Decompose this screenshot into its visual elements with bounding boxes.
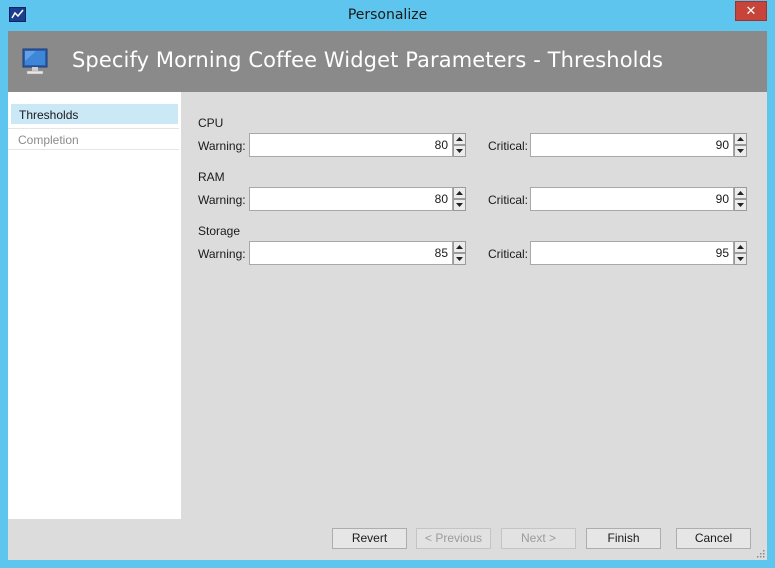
cpu-critical-label: Critical:	[488, 139, 529, 153]
ram-critical-input[interactable]: 90	[530, 187, 734, 211]
cpu-warning-label: Warning:	[198, 139, 246, 153]
close-button[interactable]: ✕	[735, 1, 767, 21]
cancel-button[interactable]: Cancel	[676, 528, 751, 549]
ram-critical-label: Critical:	[488, 193, 529, 207]
previous-button[interactable]: < Previous	[416, 528, 491, 549]
storage-warning-label: Warning:	[198, 247, 246, 261]
arrow-up-icon	[456, 191, 463, 195]
next-button[interactable]: Next >	[501, 528, 576, 549]
wizard-header: Specify Morning Coffee Widget Parameters…	[8, 31, 767, 92]
storage-warning-input[interactable]: 85	[249, 241, 453, 265]
title-bar[interactable]: Personalize ✕	[0, 0, 775, 31]
storage-critical-up-button[interactable]	[734, 241, 747, 253]
cpu-critical-down-button[interactable]	[734, 145, 747, 157]
storage-critical-input[interactable]: 95	[530, 241, 734, 265]
ram-warning-input[interactable]: 80	[249, 187, 453, 211]
ram-critical-up-button[interactable]	[734, 187, 747, 199]
cpu-warning-spinner: 80	[249, 133, 467, 157]
arrow-down-icon	[737, 203, 744, 207]
thresholds-panel: CPU Warning: 80 Critical: 90 RAM Warning…	[181, 92, 767, 519]
finish-button[interactable]: Finish	[586, 528, 661, 549]
arrow-down-icon	[456, 203, 463, 207]
cpu-group-label: CPU	[198, 116, 224, 130]
ram-warning-down-button[interactable]	[453, 199, 466, 211]
window-title: Personalize	[347, 7, 428, 23]
ram-critical-down-button[interactable]	[734, 199, 747, 211]
arrow-up-icon	[456, 137, 463, 141]
revert-button[interactable]: Revert	[332, 528, 407, 549]
computer-icon	[22, 48, 48, 75]
arrow-up-icon	[456, 245, 463, 249]
ram-critical-spinner: 90	[530, 187, 748, 211]
arrow-up-icon	[737, 137, 744, 141]
storage-critical-label: Critical:	[488, 247, 529, 261]
resize-grip-icon[interactable]	[755, 548, 765, 558]
storage-critical-down-button[interactable]	[734, 253, 747, 265]
ram-warning-label: Warning:	[198, 193, 246, 207]
cpu-warning-down-button[interactable]	[453, 145, 466, 157]
cpu-warning-up-button[interactable]	[453, 133, 466, 145]
ram-warning-up-button[interactable]	[453, 187, 466, 199]
cpu-critical-up-button[interactable]	[734, 133, 747, 145]
storage-warning-down-button[interactable]	[453, 253, 466, 265]
ram-warning-spinner: 80	[249, 187, 467, 211]
cpu-critical-input[interactable]: 90	[530, 133, 734, 157]
wizard-body: Thresholds Completion CPU Warning: 80 Cr…	[8, 92, 767, 560]
wizard-steps-sidebar: Thresholds Completion	[8, 92, 181, 519]
storage-group-label: Storage	[198, 224, 241, 238]
arrow-down-icon	[737, 149, 744, 153]
arrow-down-icon	[737, 257, 744, 261]
cpu-warning-input[interactable]: 80	[249, 133, 453, 157]
cpu-critical-spinner: 90	[530, 133, 748, 157]
personalize-window: Personalize ✕ Specify Morning Coffee Wid…	[0, 0, 775, 568]
page-title: Specify Morning Coffee Widget Parameters…	[72, 48, 664, 72]
storage-warning-spinner: 85	[249, 241, 467, 265]
arrow-down-icon	[456, 149, 463, 153]
ram-group-label: RAM	[198, 170, 225, 184]
sidebar-item-thresholds[interactable]: Thresholds	[10, 103, 179, 125]
arrow-up-icon	[737, 191, 744, 195]
arrow-down-icon	[456, 257, 463, 261]
storage-critical-spinner: 95	[530, 241, 748, 265]
sidebar-item-completion[interactable]: Completion	[8, 128, 179, 150]
arrow-up-icon	[737, 245, 744, 249]
storage-warning-up-button[interactable]	[453, 241, 466, 253]
